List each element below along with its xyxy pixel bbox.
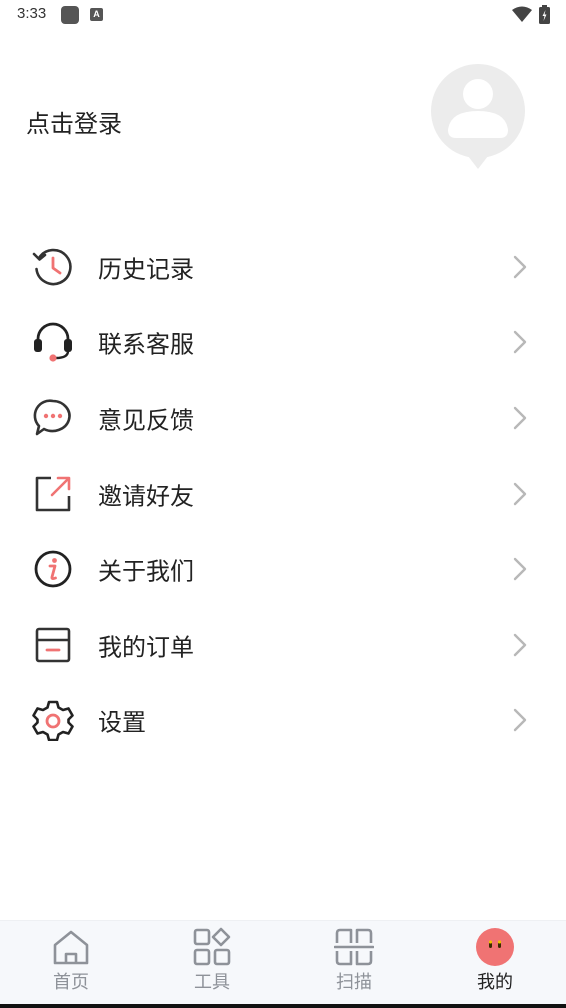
notification-app-icon <box>61 6 79 24</box>
menu-label-feedback: 意见反馈 <box>98 406 194 435</box>
menu-label-about: 关于我们 <box>98 557 194 586</box>
chat-bubble-icon <box>33 399 71 436</box>
menu-list: 历史记录 联系客服 意见反馈 邀请好友 关于我们 我的订单 设置 <box>0 229 566 758</box>
tab-home[interactable]: 首页 <box>21 921 121 1005</box>
menu-label-invite: 邀请好友 <box>98 482 194 511</box>
menu-item-invite[interactable]: 邀请好友 <box>0 456 566 532</box>
wifi-icon <box>512 6 532 22</box>
chevron-right-icon <box>513 255 527 278</box>
chevron-right-icon <box>513 482 527 505</box>
gear-icon <box>32 701 74 742</box>
menu-item-history[interactable]: 历史记录 <box>0 229 566 305</box>
chevron-right-icon <box>513 633 527 656</box>
share-icon <box>35 476 71 511</box>
tab-label-scan: 扫描 <box>336 972 372 993</box>
home-icon <box>53 930 89 965</box>
user-avatar-icon[interactable] <box>430 64 526 170</box>
tab-label-mine: 我的 <box>477 972 513 993</box>
battery-icon <box>539 5 550 24</box>
bottom-tab-bar: 首页 工具 扫描 我的 <box>0 920 566 1004</box>
tab-scan[interactable]: 扫描 <box>304 921 404 1005</box>
order-icon <box>35 627 71 663</box>
tools-icon <box>193 927 231 966</box>
chevron-right-icon <box>513 331 527 354</box>
menu-label-customer-service: 联系客服 <box>98 330 194 359</box>
chevron-right-icon <box>513 406 527 430</box>
menu-item-settings[interactable]: 设置 <box>0 683 566 759</box>
tab-label-home: 首页 <box>53 972 89 993</box>
scan-icon <box>334 928 374 966</box>
tab-mine[interactable]: 我的 <box>445 921 545 1005</box>
menu-label-history: 历史记录 <box>98 255 194 284</box>
headset-icon <box>34 323 72 362</box>
menu-label-settings: 设置 <box>98 708 146 737</box>
menu-item-customer-service[interactable]: 联系客服 <box>0 305 566 381</box>
chevron-right-icon <box>513 557 527 581</box>
gesture-bar <box>0 1004 566 1008</box>
status-bar: 3:33 A <box>0 0 566 30</box>
menu-item-orders[interactable]: 我的订单 <box>0 607 566 683</box>
menu-label-orders: 我的订单 <box>98 633 194 662</box>
tab-label-tools: 工具 <box>194 972 230 993</box>
status-time: 3:33 <box>17 5 47 22</box>
menu-item-about[interactable]: 关于我们 <box>0 531 566 607</box>
info-icon <box>34 550 72 588</box>
menu-item-feedback[interactable]: 意见反馈 <box>0 380 566 456</box>
mine-icon <box>476 928 514 966</box>
login-prompt[interactable]: 点击登录 <box>26 104 122 139</box>
notification-badge-icon: A <box>90 8 103 21</box>
history-icon <box>32 248 72 286</box>
chevron-right-icon <box>513 709 527 732</box>
tab-tools[interactable]: 工具 <box>162 921 262 1005</box>
